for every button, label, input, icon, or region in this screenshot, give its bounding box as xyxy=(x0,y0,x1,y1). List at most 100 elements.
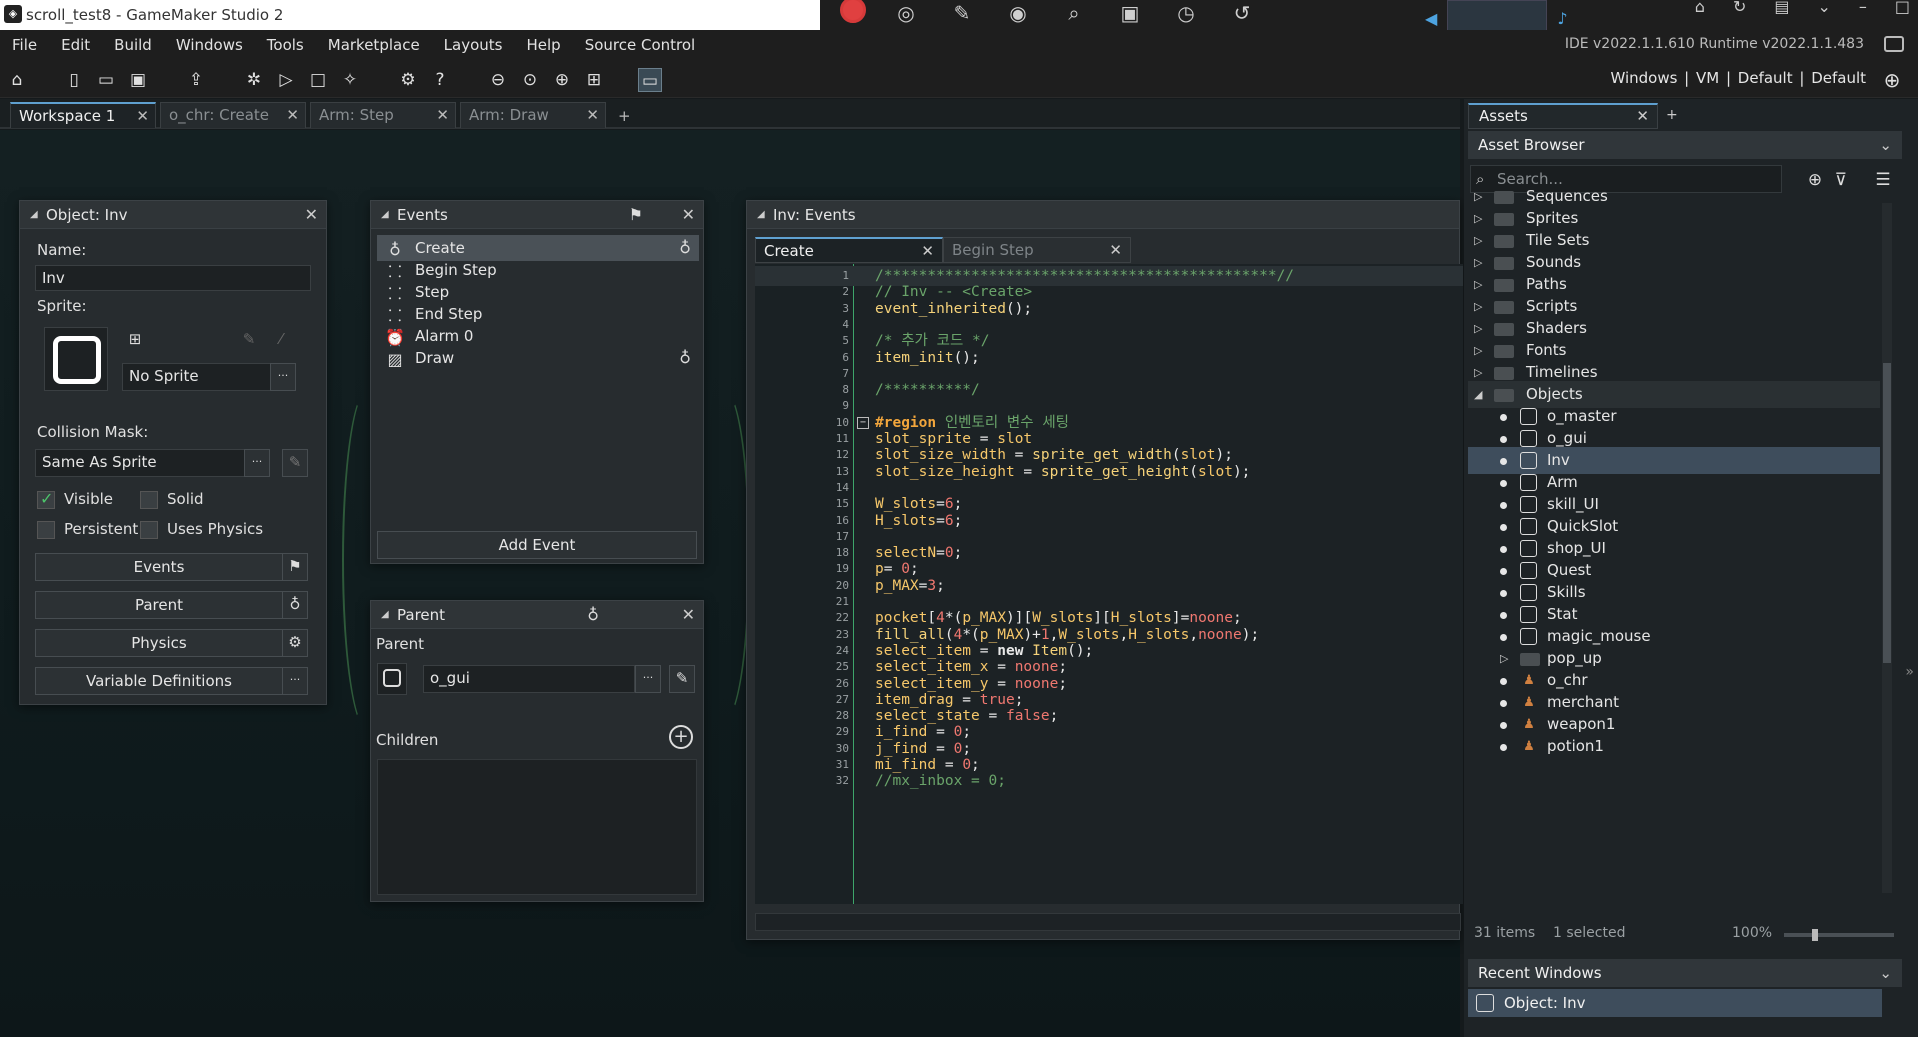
close-icon[interactable]: ✕ xyxy=(286,103,299,127)
settings-gear-icon[interactable]: ⚙ xyxy=(396,68,420,92)
variable-definitions-more-button[interactable]: ··· xyxy=(282,667,308,695)
microphone-icon[interactable]: ♪ xyxy=(1557,9,1567,28)
asset-zoom-slider[interactable] xyxy=(1784,929,1894,941)
add-tab-icon[interactable]: + xyxy=(618,107,631,125)
tab-workspace-1[interactable]: Workspace 1 ✕ xyxy=(10,102,156,128)
share-icon[interactable]: ⌂ xyxy=(1695,0,1705,15)
dropdown-icon[interactable]: ⌄ xyxy=(1817,0,1830,15)
menu-build[interactable]: Build xyxy=(102,36,164,54)
zoom-reset-icon[interactable]: ⊙ xyxy=(518,68,542,92)
close-icon[interactable]: ✕ xyxy=(1636,105,1649,127)
panel-header[interactable]: ◢ Parent ♁ ✕ xyxy=(371,601,703,629)
sprite-browse-button[interactable]: ··· xyxy=(270,363,296,391)
slider-knob[interactable] xyxy=(1812,929,1818,941)
physics-button[interactable]: Physics xyxy=(35,629,283,657)
keyboard-icon[interactable]: ▤ xyxy=(1774,0,1789,15)
collapse-icon[interactable]: ◢ xyxy=(381,601,389,629)
persistent-checkbox[interactable] xyxy=(37,521,55,539)
fold-region-icon[interactable]: − xyxy=(857,416,869,429)
variable-definitions-button[interactable]: Variable Definitions xyxy=(35,667,283,695)
sprite-select[interactable]: No Sprite xyxy=(122,363,272,391)
code-line[interactable]: 32 //mx_inbox = 0; xyxy=(755,771,1463,791)
collision-mask-select[interactable]: Same As Sprite xyxy=(35,449,245,477)
scroll-thumb[interactable] xyxy=(1883,363,1891,663)
collapse-icon[interactable]: ◢ xyxy=(757,201,765,229)
timer-icon[interactable]: ◷ xyxy=(1170,3,1202,26)
tab-arm-step[interactable]: Arm: Step ✕ xyxy=(310,102,456,128)
zoom-region-icon[interactable]: ⌕ xyxy=(1058,3,1090,26)
record-icon[interactable] xyxy=(840,0,866,23)
menu-file[interactable]: File xyxy=(0,36,49,54)
speaker-icon[interactable]: ◀ xyxy=(1425,9,1437,28)
screenshot-icon[interactable]: ◎ xyxy=(890,3,922,26)
fit-screen-icon[interactable]: ⊞ xyxy=(582,68,606,92)
close-icon[interactable]: ✕ xyxy=(436,103,449,127)
chevron-down-icon[interactable]: ⌄ xyxy=(1879,131,1892,159)
pen-icon[interactable]: ✎ xyxy=(946,3,978,26)
open-folder-icon[interactable]: ▭ xyxy=(94,68,118,92)
asset-browser-header[interactable]: Asset Browser ⌄ xyxy=(1468,131,1902,159)
target-options-icon[interactable]: ⊕ xyxy=(1880,68,1904,92)
recent-window-item[interactable]: Object: Inv xyxy=(1468,989,1882,1017)
parent-hierarchy-icon[interactable]: ♁ xyxy=(587,601,599,629)
menu-windows[interactable]: Windows xyxy=(164,36,255,54)
close-icon[interactable]: ✕ xyxy=(921,239,934,263)
export-icon[interactable]: ⇪ xyxy=(184,68,208,92)
stop-icon[interactable]: □ xyxy=(306,68,330,92)
edit-parent-icon[interactable]: ✎ xyxy=(669,665,695,693)
eye-icon[interactable]: ◉ xyxy=(1002,3,1034,26)
menu-tools[interactable]: Tools xyxy=(255,36,316,54)
visible-checkbox[interactable] xyxy=(37,489,55,509)
edit-sprite-icon[interactable]: ✎ xyxy=(236,327,262,353)
chat-icon[interactable] xyxy=(1884,36,1904,52)
new-sprite-icon[interactable]: ⊞ xyxy=(122,327,148,353)
close-icon[interactable]: ✕ xyxy=(682,201,695,229)
parent-object-preview[interactable] xyxy=(377,663,407,695)
tab-assets[interactable]: Assets ✕ xyxy=(1468,103,1658,129)
close-icon[interactable]: ✕ xyxy=(1109,238,1122,262)
sprite-preview[interactable] xyxy=(44,327,108,391)
panel-header[interactable]: ◢ Inv: Events xyxy=(747,201,1459,229)
events-flag-icon[interactable]: ⚑ xyxy=(282,553,308,581)
debug-icon[interactable]: ✲ xyxy=(242,68,266,92)
tab-o-chr-create[interactable]: o_chr: Create ✕ xyxy=(160,102,306,128)
close-icon[interactable]: ✕ xyxy=(682,601,695,629)
close-icon[interactable]: ✕ xyxy=(136,104,149,128)
zoom-in-icon[interactable]: ⊕ xyxy=(550,68,574,92)
events-flag-icon[interactable]: ⚑ xyxy=(629,201,643,229)
event-item[interactable]: ▨ Draw ♁ xyxy=(377,345,699,371)
undo-circle-icon[interactable]: ↺ xyxy=(1226,3,1258,26)
panel-header[interactable]: ◢ Events ⚑ ✕ xyxy=(371,201,703,229)
help-icon[interactable]: ? xyxy=(428,68,452,92)
solid-checkbox[interactable] xyxy=(140,491,158,509)
parent-hierarchy-icon[interactable]: ♁ xyxy=(282,591,308,619)
close-icon[interactable]: ✕ xyxy=(586,103,599,127)
menu-marketplace[interactable]: Marketplace xyxy=(316,36,432,54)
collapse-icon[interactable]: ◢ xyxy=(381,201,389,229)
pip-icon[interactable]: ▣ xyxy=(1114,3,1146,26)
monitor-icon[interactable]: ▭ xyxy=(638,68,662,92)
physics-gear-icon[interactable]: ⚙ xyxy=(282,629,308,657)
code-editor[interactable]: › 1/************************************… xyxy=(755,264,1463,904)
zoom-out-icon[interactable]: ⊖ xyxy=(486,68,510,92)
collision-browse-button[interactable]: ··· xyxy=(244,449,270,477)
asset-scrollbar[interactable] xyxy=(1882,203,1892,893)
code-tab-begin-step[interactable]: Begin Step ✕ xyxy=(943,237,1131,263)
clean-icon[interactable]: ✧ xyxy=(338,68,362,92)
asset-item[interactable]: ♟ potion1 xyxy=(1468,733,1880,760)
add-tab-icon[interactable]: + xyxy=(1666,107,1678,123)
target-selector[interactable]: Windows | VM | Default | Default xyxy=(1610,69,1866,87)
parent-button[interactable]: Parent xyxy=(35,591,283,619)
menu-source-control[interactable]: Source Control xyxy=(573,36,708,54)
refresh-icon[interactable]: ↻ xyxy=(1733,0,1746,15)
add-event-button[interactable]: Add Event xyxy=(377,531,697,559)
add-child-icon[interactable]: + xyxy=(669,725,693,749)
menu-layouts[interactable]: Layouts xyxy=(432,36,515,54)
tab-arm-draw[interactable]: Arm: Draw ✕ xyxy=(460,102,606,128)
parent-select[interactable]: o_gui xyxy=(423,665,635,693)
new-file-icon[interactable]: ▯ xyxy=(62,68,86,92)
uses-physics-checkbox[interactable] xyxy=(140,521,158,539)
panel-header[interactable]: ◢ Object: Inv ✕ xyxy=(20,201,326,229)
object-name-field[interactable]: Inv xyxy=(35,265,311,291)
menu-help[interactable]: Help xyxy=(514,36,572,54)
